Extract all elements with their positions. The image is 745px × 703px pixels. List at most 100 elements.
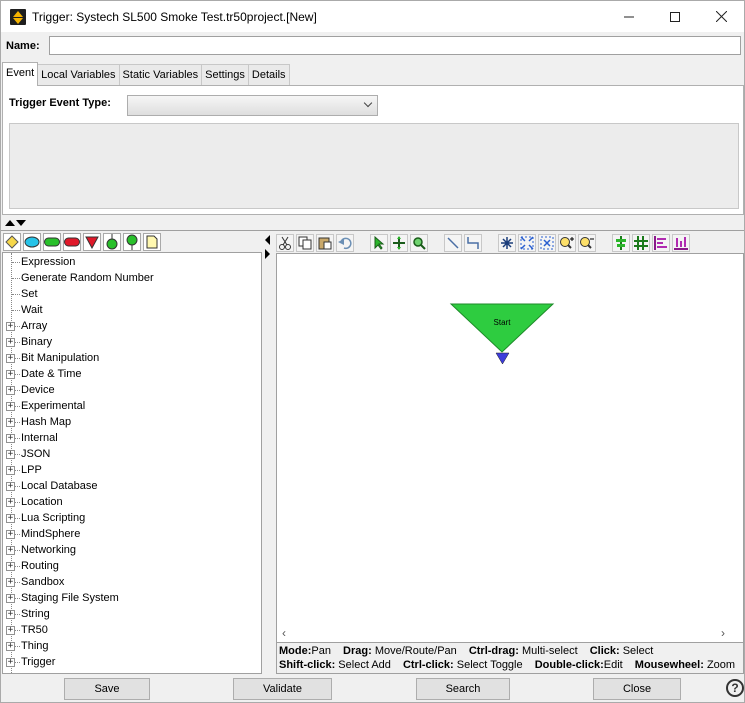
tree-group-item[interactable]: + Experimental: [3, 398, 261, 414]
line-button[interactable]: [444, 234, 462, 252]
scroll-right-icon[interactable]: ›: [721, 626, 725, 640]
tree-group-item[interactable]: + Hash Map: [3, 414, 261, 430]
tree-group-item[interactable]: + Array: [3, 318, 261, 334]
expand-plus-icon[interactable]: +: [6, 514, 15, 523]
expand-plus-icon[interactable]: +: [6, 578, 15, 587]
diamond-shape-button[interactable]: [3, 233, 21, 251]
expand-plus-icon[interactable]: +: [6, 498, 15, 507]
tree-group-item[interactable]: + Binary: [3, 334, 261, 350]
tree-group-item[interactable]: + Staging File System: [3, 590, 261, 606]
validate-button[interactable]: Validate: [233, 678, 332, 700]
splitter[interactable]: [1, 230, 744, 231]
tree-group-item[interactable]: + Location: [3, 494, 261, 510]
scroll-left-icon[interactable]: ‹: [282, 626, 286, 640]
align-vertical-button[interactable]: [612, 234, 630, 252]
trigger-event-type-select[interactable]: [127, 95, 378, 116]
distribute-horizontal-button[interactable]: [652, 234, 670, 252]
collapse-up-icon[interactable]: [5, 220, 15, 226]
start-output-port[interactable]: [495, 352, 510, 365]
expand-right-icon[interactable]: [265, 249, 270, 259]
tab-settings[interactable]: Settings: [201, 64, 249, 86]
tree-item[interactable]: Wait: [3, 302, 261, 318]
tab-static-variables[interactable]: Static Variables: [118, 64, 203, 86]
help-icon[interactable]: ?: [726, 679, 744, 697]
tree-group-item[interactable]: + Sandbox: [3, 574, 261, 590]
select-button[interactable]: [370, 234, 388, 252]
expand-plus-icon[interactable]: +: [6, 354, 15, 363]
expand-plus-icon[interactable]: +: [6, 450, 15, 459]
expand-plus-icon[interactable]: +: [6, 386, 15, 395]
collapse-down-icon[interactable]: [16, 220, 26, 226]
tree-group-item[interactable]: + Trigger: [3, 654, 261, 670]
fit-expand-button[interactable]: [518, 234, 536, 252]
expand-plus-icon[interactable]: +: [6, 658, 15, 667]
close-window-button[interactable]: [698, 1, 744, 32]
collapse-left-icon[interactable]: [265, 235, 270, 245]
triangle-down-button[interactable]: [83, 233, 101, 251]
expand-plus-icon[interactable]: +: [6, 626, 15, 635]
diagram-canvas[interactable]: Start: [276, 253, 744, 642]
expand-plus-icon[interactable]: +: [6, 482, 15, 491]
name-input[interactable]: [49, 36, 741, 55]
paste-button[interactable]: [316, 234, 334, 252]
fit-collapse-button[interactable]: [538, 234, 556, 252]
note-button[interactable]: [143, 233, 161, 251]
tree-group-item[interactable]: + TR50: [3, 622, 261, 638]
cut-button[interactable]: [276, 234, 294, 252]
expand-plus-icon[interactable]: +: [6, 466, 15, 475]
zoom-button[interactable]: [410, 234, 428, 252]
tree-item[interactable]: Expression: [3, 254, 261, 270]
tree-group-item[interactable]: + Device: [3, 382, 261, 398]
expand-plus-icon[interactable]: +: [6, 562, 15, 571]
tree-group-item[interactable]: + Networking: [3, 542, 261, 558]
pointer-star-button[interactable]: [498, 234, 516, 252]
tree-group-item[interactable]: + MindSphere: [3, 526, 261, 542]
search-button[interactable]: Search: [416, 678, 510, 700]
expand-plus-icon[interactable]: +: [6, 402, 15, 411]
pan-button[interactable]: [390, 234, 408, 252]
tree-group-item[interactable]: + Local Database: [3, 478, 261, 494]
canvas-horizontal-scrollbar[interactable]: ‹ ›: [276, 626, 744, 642]
expand-plus-icon[interactable]: +: [6, 370, 15, 379]
expand-plus-icon[interactable]: +: [6, 434, 15, 443]
save-button[interactable]: Save: [64, 678, 150, 700]
tab-event[interactable]: Event: [2, 62, 39, 86]
expand-plus-icon[interactable]: +: [6, 418, 15, 427]
expand-plus-icon[interactable]: +: [6, 322, 15, 331]
expand-plus-icon[interactable]: +: [6, 642, 15, 651]
tree-group-item[interactable]: + String: [3, 606, 261, 622]
copy-button[interactable]: [296, 234, 314, 252]
tab-details[interactable]: Details: [247, 64, 290, 86]
minimize-button[interactable]: [606, 1, 652, 32]
rounded-rect-red-button[interactable]: [63, 233, 81, 251]
close-button[interactable]: Close: [593, 678, 681, 700]
maximize-button[interactable]: [652, 1, 698, 32]
zoom-in-button[interactable]: [558, 234, 576, 252]
tree-group-item[interactable]: + Date & Time: [3, 366, 261, 382]
zoom-out-button[interactable]: [578, 234, 596, 252]
tree-group-item[interactable]: + LPP: [3, 462, 261, 478]
expand-plus-icon[interactable]: +: [6, 610, 15, 619]
tree-item[interactable]: Generate Random Number: [3, 270, 261, 286]
tab-local-variables[interactable]: Local Variables: [37, 64, 120, 86]
expand-plus-icon[interactable]: +: [6, 546, 15, 555]
expand-plus-icon[interactable]: +: [6, 594, 15, 603]
ellipse-shape-button[interactable]: [23, 233, 41, 251]
start-node[interactable]: [449, 303, 555, 353]
tree-group-item[interactable]: + Thing: [3, 638, 261, 654]
bulb-up-button[interactable]: [123, 233, 141, 251]
tree-group-item[interactable]: + Lua Scripting: [3, 510, 261, 526]
tree-group-item[interactable]: + Routing: [3, 558, 261, 574]
route-line-button[interactable]: [464, 234, 482, 252]
expand-plus-icon[interactable]: +: [6, 530, 15, 539]
tree-group-item[interactable]: + Internal: [3, 430, 261, 446]
expand-plus-icon[interactable]: +: [6, 338, 15, 347]
tree-item[interactable]: Set: [3, 286, 261, 302]
distribute-vertical-button[interactable]: [672, 234, 690, 252]
tree-group-item[interactable]: + JSON: [3, 446, 261, 462]
undo-button[interactable]: [336, 234, 354, 252]
tree-group-item[interactable]: + Bit Manipulation: [3, 350, 261, 366]
rounded-rect-green-button[interactable]: [43, 233, 61, 251]
bulb-down-button[interactable]: [103, 233, 121, 251]
grid-button[interactable]: [632, 234, 650, 252]
